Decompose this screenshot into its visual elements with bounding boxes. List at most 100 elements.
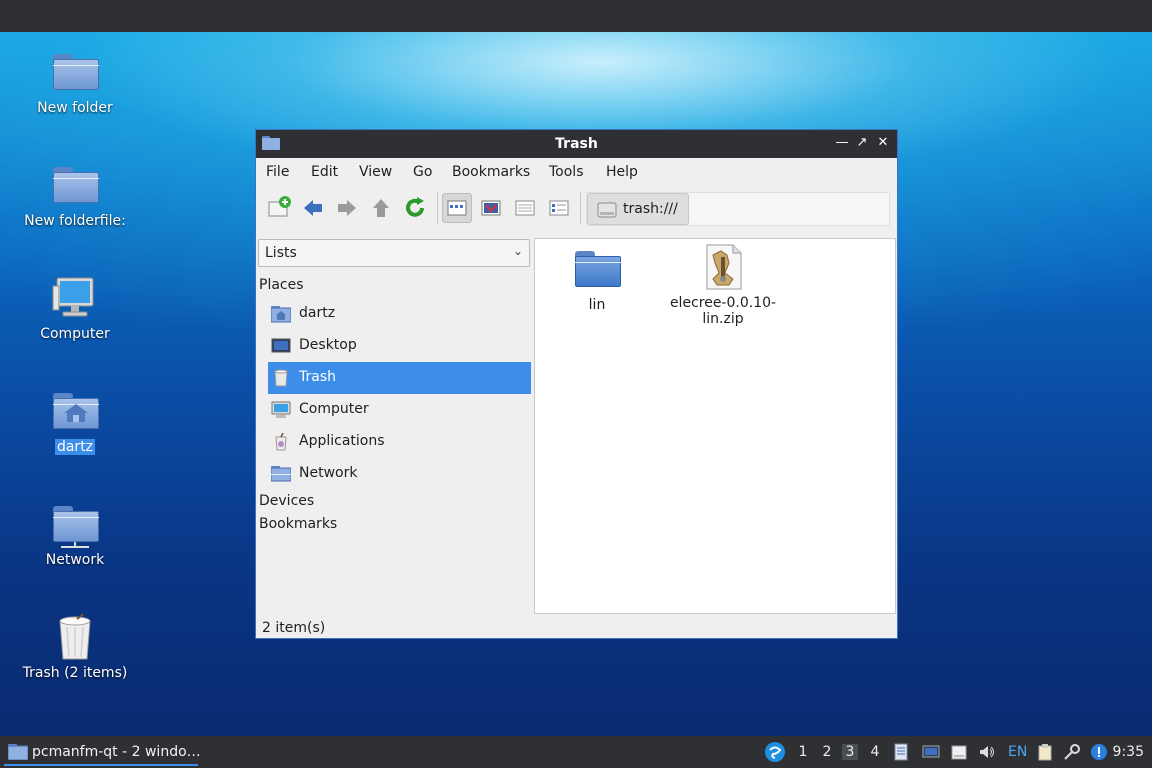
places-header[interactable]: Places <box>259 277 304 293</box>
forward-button[interactable] <box>332 193 362 223</box>
places-item-dartz[interactable]: dartz <box>268 298 531 330</box>
icon-view-button[interactable] <box>442 193 472 223</box>
desktop-icon-label: Computer <box>40 326 110 342</box>
back-button[interactable] <box>298 193 328 223</box>
workspace-2[interactable]: 2 <box>819 744 835 760</box>
clock[interactable]: 9:35 <box>1113 744 1144 760</box>
compact-view-button[interactable] <box>510 193 540 223</box>
detailed-list-view-button[interactable] <box>544 193 574 223</box>
file-name: lin <box>588 297 606 313</box>
places-item-label: Network <box>299 465 358 481</box>
path-button-trash[interactable]: trash:/// <box>587 193 689 225</box>
places-item-label: Desktop <box>299 337 357 353</box>
places-item-computer[interactable]: Computer <box>268 394 531 426</box>
removable-media-icon[interactable] <box>950 743 968 761</box>
path-text: trash:/// <box>623 201 678 217</box>
folder-icon <box>51 161 99 209</box>
file-item-lin[interactable]: lin <box>537 245 657 313</box>
back-arrow-icon <box>304 200 322 216</box>
bookmarks-header[interactable]: Bookmarks <box>259 516 337 532</box>
file-name: elecree-0.0.10- <box>669 295 777 311</box>
places-item-label: Trash <box>299 369 336 385</box>
window-titlebar[interactable]: Trash — ↗ ✕ <box>256 130 897 158</box>
places-item-label: Applications <box>299 433 385 449</box>
new-tab-button[interactable] <box>264 193 294 223</box>
network-connection-icon[interactable] <box>1063 743 1081 761</box>
places-item-applications[interactable]: Applications <box>268 426 531 458</box>
workspace-4[interactable]: 4 <box>867 744 883 760</box>
workspace-1[interactable]: 1 <box>795 744 811 760</box>
task-manager-icon[interactable] <box>892 743 910 761</box>
show-desktop-icon[interactable] <box>922 743 940 761</box>
menu-help[interactable]: Help <box>606 164 638 180</box>
lxqt-logo-icon[interactable] <box>764 741 786 763</box>
devices-header[interactable]: Devices <box>259 493 314 509</box>
places-item-desktop[interactable]: Desktop <box>268 330 531 362</box>
computer-icon <box>271 401 291 419</box>
desktop-icon-label: dartz <box>54 439 96 455</box>
folder-icon <box>51 48 99 96</box>
forward-arrow-icon <box>338 200 356 216</box>
places-item-network[interactable]: Network <box>268 458 531 490</box>
toolbar-separator <box>437 192 438 224</box>
desktop-icon-computer[interactable]: Computer <box>15 274 135 342</box>
side-panel-mode-select[interactable]: Lists ⌄ <box>258 239 530 267</box>
home-folder-icon <box>51 387 99 435</box>
window-title: Trash <box>555 136 598 152</box>
desktop-icon-label: New folder <box>37 100 113 116</box>
thumbnail-view-icon <box>481 200 501 216</box>
menu-view[interactable]: View <box>359 164 392 180</box>
minimize-button[interactable]: — <box>833 134 851 152</box>
clipboard-icon[interactable] <box>1036 743 1054 761</box>
menu-edit[interactable]: Edit <box>311 164 338 180</box>
path-bar: trash:/// <box>586 192 890 226</box>
places-item-trash[interactable]: Trash <box>268 362 531 394</box>
menu-go[interactable]: Go <box>413 164 432 180</box>
volume-icon[interactable] <box>978 743 996 761</box>
status-bar: 2 item(s) <box>262 620 326 636</box>
desktop-icon-network[interactable]: Network <box>15 500 135 568</box>
desktop-icon-label: New folderfile: <box>24 213 126 229</box>
menu-file[interactable]: File <box>266 164 289 180</box>
desktop-icon-trash[interactable]: Trash (2 items) <box>15 613 135 681</box>
folder-icon <box>8 744 28 760</box>
task-label: pcmanfm-qt - 2 windo… <box>32 744 201 760</box>
menu-tools[interactable]: Tools <box>549 164 584 180</box>
desktop-icon-label: Trash (2 items) <box>22 665 128 681</box>
up-arrow-icon <box>373 199 389 217</box>
computer-icon <box>51 274 99 322</box>
folder-icon <box>573 245 621 293</box>
new-tab-icon <box>268 196 291 217</box>
reload-button[interactable] <box>400 193 430 223</box>
top-panel <box>0 0 1152 32</box>
file-view[interactable]: lin elecree-0.0.10- lin.zip <box>534 238 896 614</box>
applications-icon <box>271 432 291 451</box>
workspace-3[interactable]: 3 <box>842 744 858 760</box>
desktop-icon-label: Network <box>45 552 105 568</box>
places-item-label: dartz <box>299 305 336 321</box>
desktop-icon-new-folder[interactable]: New folder <box>15 48 135 116</box>
places-item-label: Computer <box>299 401 369 417</box>
trash-icon <box>271 369 291 387</box>
taskbar-task-pcmanfm[interactable]: pcmanfm-qt - 2 windo… <box>4 738 201 766</box>
menu-bar: File Edit View Go Bookmarks Tools Help <box>256 158 897 186</box>
keyboard-layout-indicator[interactable]: EN <box>1008 744 1027 760</box>
network-folder-icon <box>270 465 292 483</box>
toolbar-separator <box>580 192 581 224</box>
reload-icon <box>406 197 424 217</box>
desktop-icon-new-folderfile[interactable]: New folderfile: <box>15 161 135 229</box>
desktop-icon-dartz[interactable]: dartz <box>15 387 135 455</box>
maximize-button[interactable]: ↗ <box>853 134 871 152</box>
compact-view-icon <box>515 200 535 216</box>
file-item-zip[interactable]: elecree-0.0.10- lin.zip <box>663 243 783 327</box>
side-panel: Lists ⌄ Places dartz Desktop Trash Compu… <box>256 238 532 614</box>
notification-icon[interactable] <box>1090 743 1108 761</box>
close-button[interactable]: ✕ <box>874 134 892 152</box>
thumbnail-view-button[interactable] <box>476 193 506 223</box>
network-icon <box>51 500 99 548</box>
chevron-down-icon: ⌄ <box>512 244 523 258</box>
up-button[interactable] <box>366 193 396 223</box>
trash-drive-icon <box>597 202 617 218</box>
menu-bookmarks[interactable]: Bookmarks <box>452 164 530 180</box>
taskbar: pcmanfm-qt - 2 windo… 1 2 3 4 EN 9:35 <box>0 736 1152 768</box>
